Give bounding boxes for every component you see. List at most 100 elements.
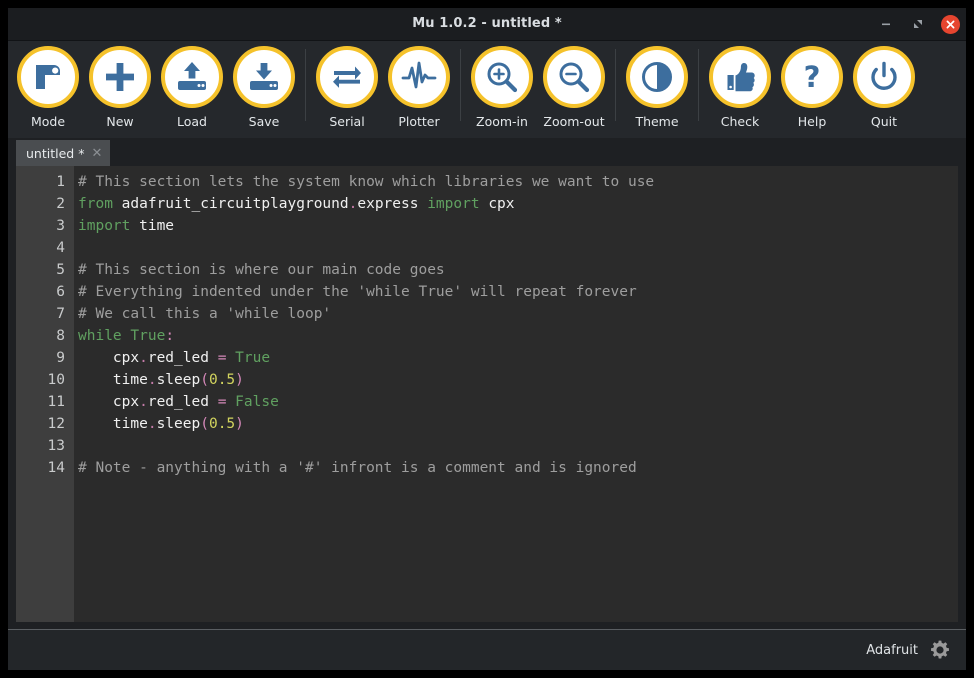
code-editor[interactable]: 1 2 3 4 5 6 7 8 9 10 11 12 13 14 # This section lets …: [16, 166, 958, 622]
code-line: # Everything indented under the 'while T…: [78, 281, 958, 303]
toolbar-label: Theme: [635, 114, 679, 129]
line-number: 2: [56, 196, 65, 212]
tab-untitled[interactable]: untitled * ✕: [16, 140, 111, 166]
power-icon: [853, 46, 915, 108]
upload-icon: [161, 46, 223, 108]
code-token: (: [200, 416, 209, 432]
contrast-circle-icon: [626, 46, 688, 108]
swap-arrows-icon: [316, 46, 378, 108]
toolbar-label: Save: [248, 114, 280, 129]
code-token: express: [357, 196, 428, 212]
magnifier-minus-icon: [543, 46, 605, 108]
main-toolbar: Mode New Load Save Serial Plotter Zoom-i…: [8, 41, 966, 138]
code-token: cpx: [78, 350, 140, 366]
tab-close-icon[interactable]: ✕: [91, 147, 102, 160]
code-token: ): [235, 372, 244, 388]
code-token: True: [130, 328, 166, 344]
toolbar-label: Quit: [870, 114, 898, 129]
toolbar-separator: [460, 49, 461, 121]
toolbar-button-zoom-in[interactable]: Zoom-in: [466, 41, 538, 138]
line-number: 7: [56, 306, 65, 322]
code-token: sleep: [156, 372, 201, 388]
plus-icon: [89, 46, 151, 108]
toolbar-separator: [698, 49, 699, 121]
code-token: adafruit_circuitplayground: [112, 196, 349, 212]
code-token: import: [78, 218, 131, 234]
line-number: 6: [56, 284, 65, 300]
toolbar-button-help[interactable]: ? Help: [776, 41, 848, 138]
toolbar-separator: [615, 49, 616, 121]
status-bar: Adafruit: [8, 629, 966, 670]
code-line: from adafruit_circuitplayground.express …: [78, 193, 958, 215]
line-number: 3: [56, 218, 65, 234]
toolbar-button-quit[interactable]: Quit: [848, 41, 920, 138]
line-number: 12: [47, 416, 65, 432]
mu-editor-window: Mu 1.0.2 - untitled * Mode New Load Save…: [8, 8, 966, 670]
toolbar-label: Serial: [329, 114, 365, 129]
code-token: while: [78, 328, 122, 344]
code-token: # This section lets the system know whic…: [78, 174, 655, 190]
code-token: # We call this a 'while loop': [78, 306, 332, 322]
toolbar-button-load[interactable]: Load: [156, 41, 228, 138]
toolbar-button-plotter[interactable]: Plotter: [383, 41, 455, 138]
magnifier-plus-icon: [471, 46, 533, 108]
toolbar-label: Help: [797, 114, 827, 129]
window-title: Mu 1.0.2 - untitled *: [412, 16, 562, 31]
toolbar-label: Zoom-in: [476, 114, 528, 129]
code-line: # We call this a 'while loop': [78, 303, 958, 325]
toolbar-label: Plotter: [398, 114, 440, 129]
toolbar-button-check[interactable]: Check: [704, 41, 776, 138]
code-token: False: [235, 394, 279, 410]
maximize-icon[interactable]: [909, 15, 927, 33]
toolbar-separator: [305, 49, 306, 121]
code-token: import: [427, 196, 480, 212]
code-token: red_led: [147, 350, 218, 366]
code-token: 0.5: [208, 416, 236, 432]
toolbar-label: Check: [720, 114, 760, 129]
line-number: 14: [47, 460, 65, 476]
toolbar-button-serial[interactable]: Serial: [311, 41, 383, 138]
code-token: True: [235, 350, 271, 366]
toolbar-label: Zoom-out: [543, 114, 605, 129]
code-line: # This section is where our main code go…: [78, 259, 958, 281]
title-bar: Mu 1.0.2 - untitled *: [8, 8, 966, 41]
mode-icon: [17, 46, 79, 108]
line-number: 10: [47, 372, 65, 388]
code-token: # Note - anything with a '#' infront is …: [78, 460, 637, 476]
toolbar-button-save[interactable]: Save: [228, 41, 300, 138]
toolbar-button-theme[interactable]: Theme: [621, 41, 693, 138]
code-line: cpx.red_led = False: [78, 391, 958, 413]
code-line: time.sleep(0.5): [78, 413, 958, 435]
status-mode-label: Adafruit: [866, 642, 918, 658]
thumbs-up-icon: [709, 46, 771, 108]
gear-icon[interactable]: [930, 640, 950, 660]
line-number: 13: [47, 438, 65, 454]
line-number: 4: [56, 240, 65, 256]
code-token: :: [165, 328, 175, 344]
code-token: time: [130, 218, 175, 234]
code-token: .: [147, 372, 157, 388]
svg-text:?: ?: [804, 60, 821, 94]
minimize-icon[interactable]: [877, 15, 895, 33]
code-token: 0.5: [208, 372, 236, 388]
line-number: 9: [56, 350, 65, 366]
toolbar-label: Load: [177, 114, 207, 129]
code-content[interactable]: # This section lets the system know whic…: [74, 166, 958, 622]
code-line: while True:: [78, 325, 958, 347]
line-number: 11: [47, 394, 65, 410]
close-icon[interactable]: [941, 14, 960, 34]
code-line: import time: [78, 215, 958, 237]
download-icon: [233, 46, 295, 108]
code-token: # This section is where our main code go…: [78, 262, 445, 278]
toolbar-button-mode[interactable]: Mode: [12, 41, 84, 138]
code-line: # Note - anything with a '#' infront is …: [78, 457, 958, 479]
line-number-gutter: 1 2 3 4 5 6 7 8 9 10 11 12 13 14: [16, 166, 74, 622]
toolbar-button-zoom-out[interactable]: Zoom-out: [538, 41, 610, 138]
toolbar-button-new[interactable]: New: [84, 41, 156, 138]
tab-label: untitled *: [26, 145, 85, 161]
line-number: 1: [56, 174, 65, 190]
